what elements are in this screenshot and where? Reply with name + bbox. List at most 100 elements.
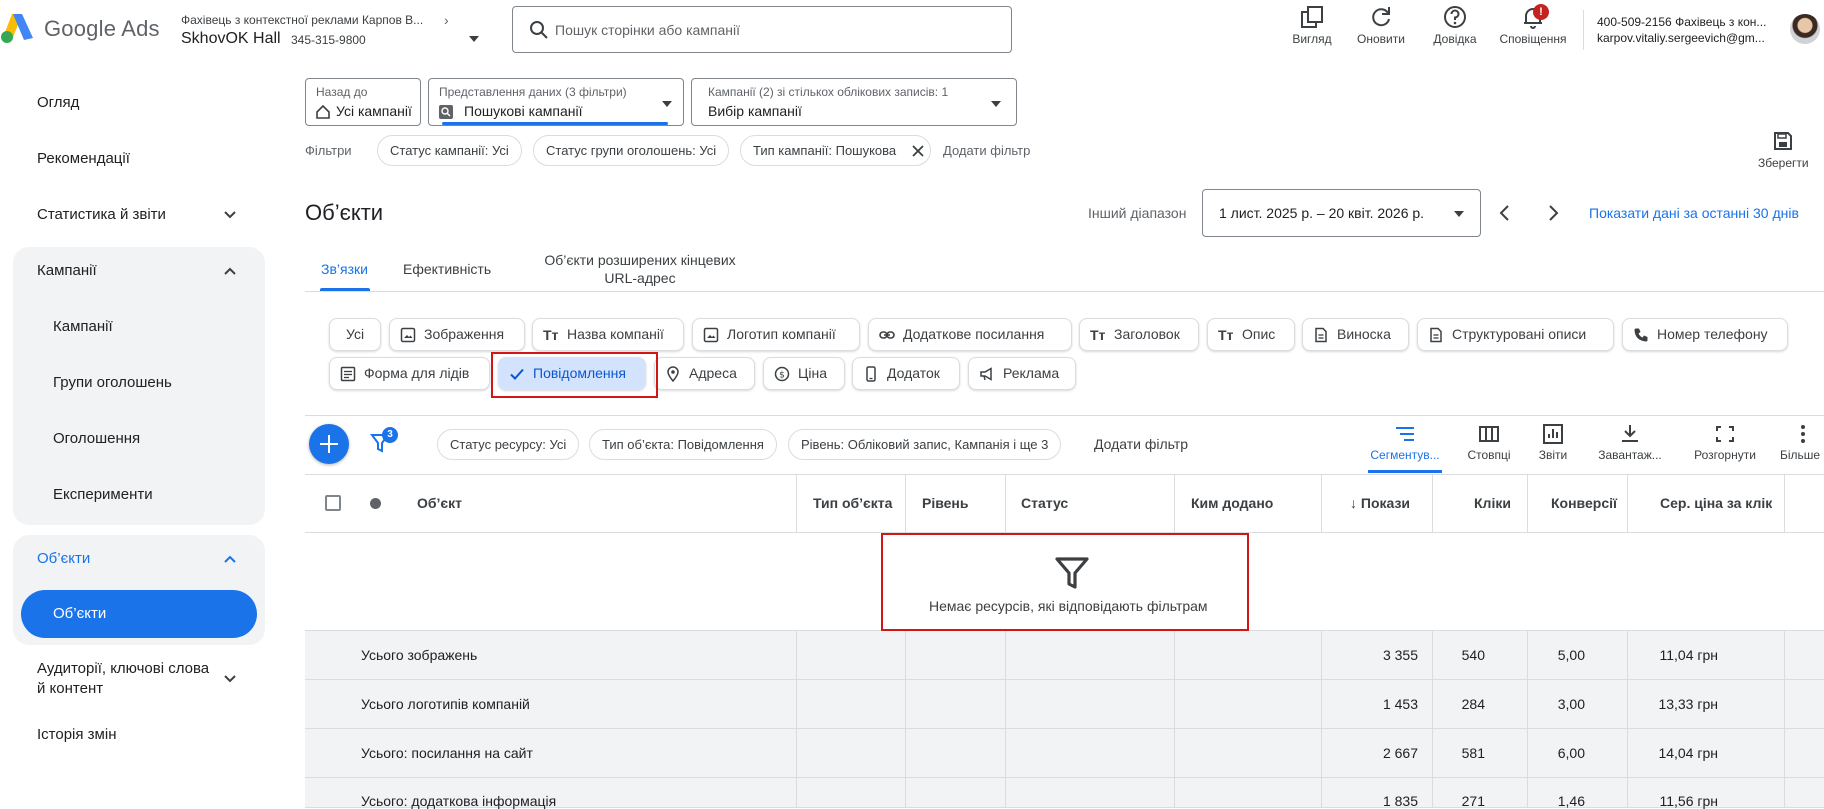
help-button[interactable]: Довідка [1430, 4, 1480, 46]
search-input[interactable] [555, 17, 985, 43]
column-header-added-by[interactable]: Ким додано [1191, 495, 1273, 511]
user-email[interactable]: karpov.vitaliy.sergeevich@gm... [1597, 31, 1765, 45]
sidebar-item-campaigns-group[interactable]: Кампанії [37, 262, 97, 279]
table-row[interactable]: Усього зображень 3 355 540 5,00 11,04 гр… [305, 631, 1824, 680]
asset-type-business-name[interactable]: Tт Назва компанії [532, 318, 684, 351]
search-box[interactable] [512, 6, 1012, 53]
column-divider [1005, 474, 1006, 533]
table-row[interactable]: Усього: посилання на сайт 2 667 581 6,00… [305, 729, 1824, 778]
google-ads-logo-icon[interactable] [0, 10, 34, 44]
asset-type-price[interactable]: $ Ціна [763, 357, 845, 390]
column-divider [905, 474, 906, 533]
reports-button[interactable]: Звіти [1534, 424, 1572, 462]
asset-type-headline[interactable]: Tт Заголовок [1079, 318, 1199, 351]
filter-chip-adgroup-status[interactable]: Статус групи оголошень: Усі [533, 135, 730, 166]
document-icon [1430, 327, 1442, 343]
asset-type-structured-snippets[interactable]: Структуровані описи [1417, 318, 1614, 351]
appearance-button[interactable]: Вигляд [1290, 4, 1334, 46]
account-manager-name[interactable]: Фахівець з контекстної реклами Карпов В.… [181, 13, 423, 27]
tab-links[interactable]: Зв’язки [321, 261, 368, 277]
chevron-down-icon[interactable] [223, 208, 237, 222]
column-header-level[interactable]: Рівень [922, 495, 969, 511]
row-avg-cpc: 11,04 грн [1659, 647, 1718, 663]
column-header-avg-cpc[interactable]: Сер. ціна за клік [1660, 495, 1772, 511]
chevron-left-icon[interactable] [1497, 204, 1513, 222]
column-header-type[interactable]: Тип об’єкта [813, 495, 892, 511]
sidebar-item-statistics[interactable]: Статистика й звіти [37, 206, 166, 223]
save-button[interactable]: Зберегти [1758, 130, 1809, 170]
date-range-picker[interactable]: 1 лист. 2025 р. – 20 квіт. 2026 р. [1202, 189, 1481, 237]
chevron-right-icon[interactable] [1545, 204, 1561, 222]
asset-type-price-label: Ціна [798, 365, 827, 381]
asset-type-promotion[interactable]: Реклама [968, 357, 1076, 390]
last-30-days-link[interactable]: Показати дані за останні 30 днів [1589, 205, 1799, 221]
asset-type-phone[interactable]: Номер телефону [1622, 318, 1788, 351]
segment-active-indicator [1368, 470, 1442, 473]
column-divider [1432, 631, 1433, 808]
chevron-right-icon[interactable]: › [444, 12, 449, 28]
account-dropdown-icon[interactable] [469, 36, 479, 42]
column-divider [796, 474, 797, 533]
table-filter-chip-level[interactable]: Рівень: Обліковий запис, Кампанія і ще 3 [788, 429, 1062, 460]
asset-type-images[interactable]: Зображення [389, 318, 525, 351]
asset-type-location[interactable]: Адреса [654, 357, 755, 390]
add-filter-button[interactable]: Додати фільтр [943, 143, 1030, 158]
table-filter-chip-asset-type[interactable]: Тип об’єкта: Повідомлення [589, 429, 777, 460]
sidebar-item-ad-groups[interactable]: Групи оголошень [53, 374, 172, 391]
sidebar-item-recommendations[interactable]: Рекомендації [37, 150, 130, 167]
account-name[interactable]: SkhovOK Hall [181, 30, 281, 48]
view-selector[interactable]: Представлення даних (3 фільтри) Пошукові… [428, 78, 684, 126]
sidebar-item-ads[interactable]: Оголошення [53, 430, 140, 447]
asset-type-all[interactable]: Усі [329, 318, 381, 351]
user-account-line[interactable]: 400-509-2156 Фахівець з кон... [1597, 15, 1766, 29]
campaign-selector[interactable]: Кампанії (2) зі стількох облікових запис… [691, 78, 1017, 126]
fullscreen-icon [1716, 426, 1734, 442]
sidebar-item-experiments[interactable]: Експерименти [53, 486, 153, 503]
asset-type-lead-form[interactable]: Форма для лідів [329, 357, 490, 390]
column-header-status[interactable]: Статус [1021, 495, 1068, 511]
chevron-up-icon[interactable] [223, 552, 237, 566]
sidebar-item-assets-group[interactable]: Об’єкти [37, 550, 90, 567]
sidebar-item-audiences-line2: й контент [37, 680, 104, 697]
column-header-impressions[interactable]: ↓ Покази [1350, 495, 1410, 511]
column-header-asset[interactable]: Об’єкт [417, 495, 462, 511]
campaign-selector-value: Вибір кампанії [708, 103, 802, 119]
more-button[interactable]: Більше [1780, 424, 1824, 462]
expand-button[interactable]: Розгорнути [1690, 424, 1760, 462]
asset-type-callout[interactable]: Виноска [1302, 318, 1409, 351]
sidebar-item-overview[interactable]: Огляд [37, 94, 79, 111]
refresh-button[interactable]: Оновити [1356, 4, 1406, 46]
asset-type-app[interactable]: Додаток [852, 357, 960, 390]
table-row[interactable]: Усього логотипів компаній 1 453 284 3,00… [305, 680, 1824, 729]
select-all-checkbox[interactable] [325, 495, 341, 511]
asset-type-description[interactable]: Tт Опис [1207, 318, 1295, 351]
sidebar-item-assets[interactable]: Об’єкти [21, 590, 257, 638]
sidebar-item-change-history[interactable]: Історія змін [37, 726, 116, 743]
close-icon[interactable] [912, 145, 924, 157]
tab-performance[interactable]: Ефективність [403, 261, 491, 277]
filter-chip-campaign-status[interactable]: Статус кампанії: Усі [377, 135, 522, 166]
column-header-clicks[interactable]: Кліки [1474, 495, 1511, 511]
back-to-all-campaigns[interactable]: Назад до Усі кампанії [305, 78, 421, 126]
notifications-button[interactable]: ! Сповіщення [1496, 4, 1570, 46]
sidebar-item-campaigns[interactable]: Кампанії [53, 318, 113, 335]
column-header-conversions[interactable]: Конверсії [1551, 495, 1617, 511]
asset-type-sitelink[interactable]: Додаткове посилання [868, 318, 1072, 351]
filter-chip-campaign-type[interactable]: Тип кампанії: Пошукова [740, 135, 931, 166]
segment-button[interactable]: Сегментув... [1368, 424, 1442, 462]
avatar[interactable] [1790, 14, 1820, 44]
table-add-filter-button[interactable]: Додати фільтр [1094, 436, 1188, 452]
chevron-down-icon[interactable] [223, 672, 237, 686]
asset-type-logo[interactable]: Логотип компанії [692, 318, 860, 351]
home-icon [316, 104, 330, 119]
chevron-up-icon[interactable] [223, 264, 237, 278]
table-row[interactable]: Усього: додаткова інформація 1 835 271 1… [305, 778, 1824, 809]
columns-button[interactable]: Стовпці [1462, 424, 1516, 462]
location-pin-icon [667, 366, 679, 382]
table-filter-chip-resource-status[interactable]: Статус ресурсу: Усі [437, 429, 580, 460]
add-asset-button[interactable] [309, 424, 349, 464]
sidebar-item-audiences[interactable]: Аудиторії, ключові слова [37, 660, 209, 677]
tab-final-url-assets[interactable]: Об’єкти розширених кінцевих URL-адрес [530, 252, 750, 286]
phone-icon [1634, 328, 1648, 342]
download-button[interactable]: Завантаж... [1590, 424, 1670, 462]
